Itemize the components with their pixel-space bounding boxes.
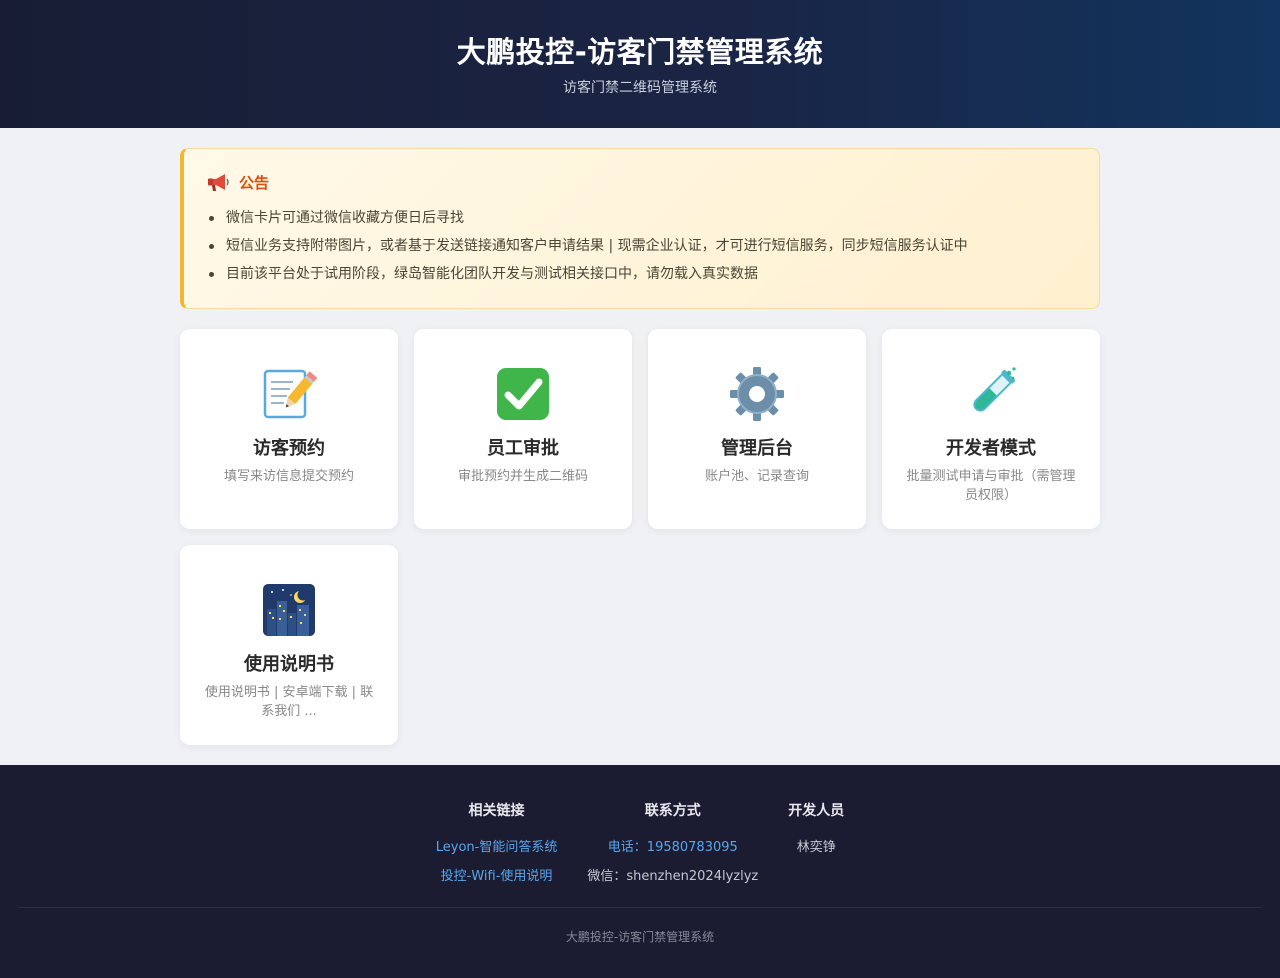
card-desc: 填写来访信息提交预约 <box>223 469 354 484</box>
card-title: 使用说明书 <box>244 654 334 675</box>
page-subtitle: 访客门禁二维码管理系统 <box>563 80 717 96</box>
developer-name: 林奕铮 <box>796 840 836 855</box>
notice-item: 微信卡片可通过微信收藏方便日后寻找 <box>206 204 1077 232</box>
card-title: 访客预约 <box>253 438 325 459</box>
page-title: 大鹏投控-访客门禁管理系统 <box>456 35 824 69</box>
footer-contact-heading: 联系方式 <box>644 803 701 819</box>
copyright-text: 大鹏投控-访客门禁管理系统 <box>565 930 715 944</box>
notice-item: 短信业务支持附带图片，或者基于发送链接通知客户申请结果 | 现需企业认证，才可进… <box>206 232 1077 260</box>
site-header: 大鹏投控-访客门禁管理系统 访客门禁二维码管理系统 <box>0 0 1280 128</box>
feature-cards: 访客预约 填写来访信息提交预约 员工审批 审批预约并生成二维码 管理后台 账户池… <box>180 329 1100 745</box>
footer-dev-heading: 开发人员 <box>788 803 845 819</box>
megaphone-icon <box>208 174 229 191</box>
footer-links-column: 相关链接 Leyon-智能问答系统 投控-Wifi-使用说明 <box>436 801 558 907</box>
main-content: 公告 微信卡片可通过微信收藏方便日后寻找 短信业务支持附带图片，或者基于发送链接… <box>180 148 1100 765</box>
notice-panel: 公告 微信卡片可通过微信收藏方便日后寻找 短信业务支持附带图片，或者基于发送链接… <box>180 148 1100 309</box>
test-tube-icon <box>973 367 1016 412</box>
card-developer-mode[interactable]: 开发者模式 批量测试申请与审批（需管理员权限） <box>882 329 1100 529</box>
card-visitor-booking[interactable]: 访客预约 填写来访信息提交预约 <box>180 329 398 529</box>
night-city-icon <box>263 584 315 636</box>
card-desc: 审批预约并生成二维码 <box>457 469 588 484</box>
footer-contact-column: 联系方式 电话：19580783095 微信：shenzhen2024lyzly… <box>587 801 758 907</box>
contact-wechat: 微信：shenzhen2024lyzlyz <box>587 869 759 884</box>
card-user-manual[interactable]: 使用说明书 使用说明书 | 安卓端下载 | 联系我们 ... <box>180 545 398 745</box>
footer-links-heading: 相关链接 <box>468 803 525 819</box>
card-title: 员工审批 <box>487 438 559 459</box>
notice-title: 公告 <box>239 173 270 192</box>
notice-item: 目前该平台处于试用阶段，绿岛智能化团队开发与测试相关接口中，请勿载入真实数据 <box>206 260 1077 288</box>
footer-dev-column: 开发人员 林奕铮 <box>788 801 844 907</box>
card-admin-backend[interactable]: 管理后台 账户池、记录查询 <box>648 329 866 529</box>
card-title: 开发者模式 <box>946 438 1036 459</box>
link-wifi-guide[interactable]: 投控-Wifi-使用说明 <box>436 862 558 891</box>
card-desc: 批量测试申请与审批（需管理员权限） <box>906 469 1076 503</box>
site-footer: 相关链接 Leyon-智能问答系统 投控-Wifi-使用说明 联系方式 电话：1… <box>0 765 1280 978</box>
card-title: 管理后台 <box>721 438 793 459</box>
card-employee-approval[interactable]: 员工审批 审批预约并生成二维码 <box>414 329 632 529</box>
card-desc: 账户池、记录查询 <box>704 469 809 484</box>
notice-list: 微信卡片可通过微信收藏方便日后寻找 短信业务支持附带图片，或者基于发送链接通知客… <box>206 204 1077 288</box>
link-leyon-qa[interactable]: Leyon-智能问答系统 <box>436 833 558 862</box>
check-mark-icon <box>497 368 549 420</box>
memo-pencil-icon <box>263 369 318 419</box>
gear-icon <box>730 367 784 421</box>
notice-header: 公告 <box>206 169 1077 195</box>
card-desc: 使用说明书 | 安卓端下载 | 联系我们 ... <box>204 685 374 719</box>
footer-columns: 相关链接 Leyon-智能问答系统 投控-Wifi-使用说明 联系方式 电话：1… <box>0 765 1280 907</box>
contact-phone-link[interactable]: 电话：19580783095 <box>587 833 758 862</box>
